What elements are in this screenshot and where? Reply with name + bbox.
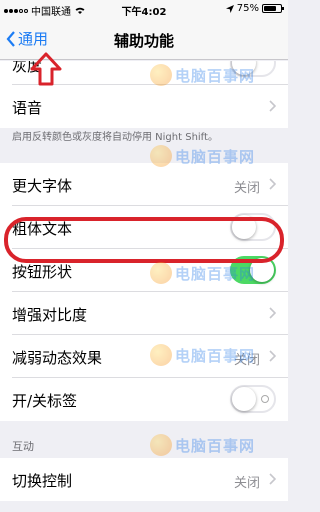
status-bar: 中国联通 下午4:02 75% [0,0,288,18]
larger-text-label: 更大字体 [12,177,73,195]
watermark-logo: 电脑百事网 [150,145,255,167]
battery-icon [262,4,284,13]
chevron-right-icon [269,473,276,485]
footer-note: 启用反转颜色或灰度将自动停用 Night Shift。 [12,132,218,143]
reduce-motion-label: 减弱动态效果 [12,349,103,367]
larger-text-value: 关闭 [233,181,260,196]
larger-text-row[interactable]: 更大字体 关闭 [0,163,288,206]
switch-control-row[interactable]: 切换控制 关闭 [0,458,288,501]
switch-control-label: 切换控制 [12,472,73,490]
status-right: 75% [225,3,284,14]
chevron-right-icon [269,178,276,190]
battery-percent: 75% [236,3,259,14]
highlight-ellipse [4,217,284,263]
watermark-logo: 电脑百事网 [150,344,255,366]
on-off-labels-row: 开/关标签 [0,378,288,421]
watermark-logo: 电脑百事网 [150,64,255,86]
watermark-logo: 电脑百事网 [150,434,255,456]
increase-contrast-label: 增强对比度 [12,306,88,324]
switch-control-value: 关闭 [233,476,260,491]
chevron-right-icon [269,307,276,319]
speech-label: 语音 [12,99,43,117]
speech-row[interactable]: 语音 [0,85,288,128]
section-header-interaction: 互动 [12,440,34,453]
chevron-right-icon [269,100,276,112]
page-title: 辅助功能 [113,32,174,50]
off-circle-icon [261,395,269,403]
button-shapes-label: 按钮形状 [12,263,73,281]
location-icon [225,4,234,13]
on-off-labels-label: 开/关标签 [12,392,78,410]
chevron-right-icon [269,350,276,362]
on-off-labels-toggle[interactable] [230,385,276,413]
increase-contrast-row[interactable]: 增强对比度 [0,292,288,335]
up-arrow-annotation [30,52,62,86]
watermark-logo: 电脑百事网 [150,262,255,284]
